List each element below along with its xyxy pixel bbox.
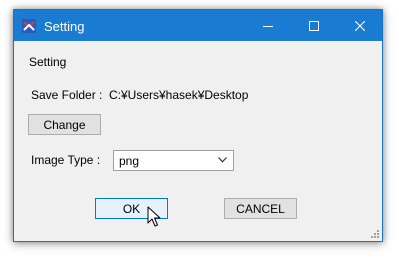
mouse-cursor-icon bbox=[147, 206, 161, 227]
change-button[interactable]: Change bbox=[28, 114, 101, 135]
setting-dialog: Setting Setting Save Folder : C:¥Users¥h… bbox=[13, 9, 383, 242]
title-bar[interactable]: Setting bbox=[14, 10, 382, 41]
app-icon bbox=[22, 19, 36, 33]
chevron-down-icon bbox=[218, 157, 227, 163]
window-title: Setting bbox=[44, 19, 85, 34]
image-type-value: png bbox=[119, 154, 140, 168]
maximize-button[interactable] bbox=[291, 10, 337, 41]
image-type-label: Image Type : bbox=[31, 153, 101, 167]
minimize-icon bbox=[263, 25, 273, 27]
close-icon bbox=[355, 20, 365, 31]
maximize-icon bbox=[309, 20, 319, 31]
cancel-button[interactable]: CANCEL bbox=[224, 198, 297, 219]
save-folder-label: Save Folder : bbox=[31, 88, 103, 102]
save-folder-path: C:¥Users¥hasek¥Desktop bbox=[109, 88, 249, 102]
resize-grip-icon[interactable] bbox=[370, 229, 379, 238]
minimize-button[interactable] bbox=[245, 10, 291, 41]
section-label: Setting bbox=[29, 55, 67, 69]
image-type-select[interactable]: png bbox=[113, 150, 234, 171]
close-button[interactable] bbox=[337, 10, 383, 41]
